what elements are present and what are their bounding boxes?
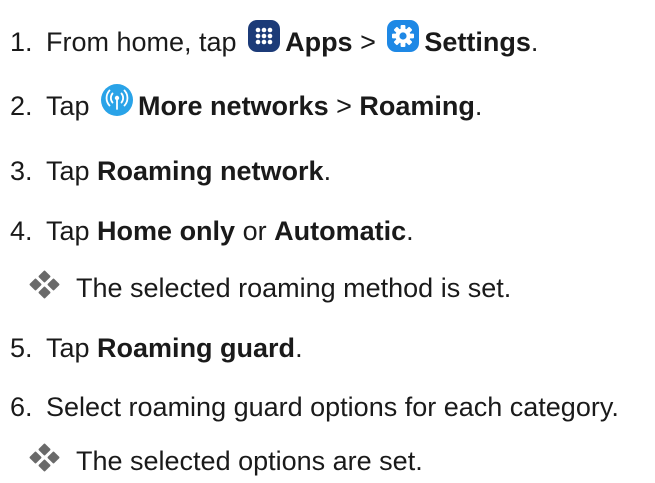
more-networks-label: More networks [138, 91, 329, 121]
roaming-label: Roaming [359, 91, 475, 121]
step-2: 2. Tap More networks > Roaming . [0, 84, 483, 124]
step-1: 1. From home, tap Apps > Settings . [0, 20, 539, 60]
step-number: 1. [10, 27, 33, 57]
separator: > [352, 27, 384, 57]
step-text: From home, tap [46, 27, 245, 57]
step-text: Tap [46, 333, 98, 363]
diamond-bullet-icon [28, 270, 62, 299]
note-text: The selected options are set. [76, 446, 423, 476]
note-1: The selected roaming method is set. [8, 270, 511, 306]
step-text: Tap [46, 91, 98, 121]
instruction-document: 1. From home, tap Apps > Settings . 2. T… [0, 0, 655, 483]
separator: > [328, 91, 360, 121]
step-5: 5. Tap Roaming guard . [0, 330, 303, 366]
period: . [474, 91, 483, 121]
period: . [530, 27, 539, 57]
step-3: 3. Tap Roaming network . [0, 153, 331, 189]
step-text: Tap [46, 216, 98, 246]
step-number: 3. [10, 156, 33, 186]
home-only-label: Home only [97, 216, 236, 246]
step-text: Tap [46, 156, 98, 186]
note-2: The selected options are set. [8, 443, 423, 479]
period: . [295, 333, 303, 363]
step-4: 4. Tap Home only or Automatic . [0, 213, 414, 249]
apps-label: Apps [285, 27, 353, 57]
step-6: 6. Select roaming guard options for each… [0, 389, 619, 425]
step-number: 4. [10, 216, 33, 246]
wireless-signal-icon [100, 83, 134, 117]
step-number: 2. [10, 91, 33, 121]
apps-grid-icon [247, 19, 281, 53]
diamond-bullet-icon [28, 443, 62, 472]
gear-icon [386, 19, 420, 53]
step-number: 6. [10, 392, 33, 422]
period: . [323, 156, 332, 186]
automatic-label: Automatic [274, 216, 407, 246]
step-text: Select roaming guard options for each ca… [46, 392, 619, 422]
connector-text: or [235, 216, 275, 246]
note-text: The selected roaming method is set. [76, 273, 512, 303]
roaming-network-label: Roaming network [97, 156, 324, 186]
settings-label: Settings [424, 27, 531, 57]
step-number: 5. [10, 333, 33, 363]
period: . [406, 216, 414, 246]
roaming-guard-label: Roaming guard [97, 333, 296, 363]
